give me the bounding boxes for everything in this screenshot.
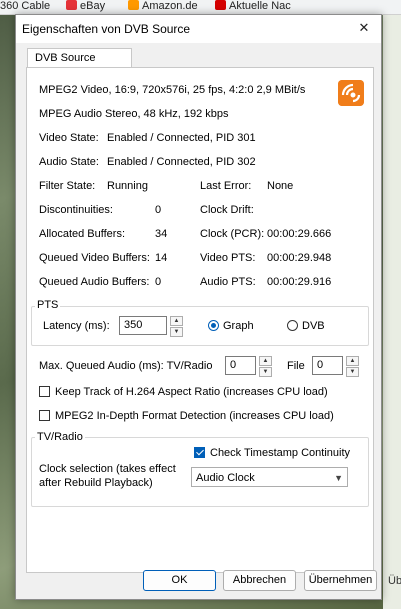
video-state-value: Enabled / Connected, PID 301 <box>107 132 256 144</box>
audio-state-label: Audio State: <box>39 156 99 168</box>
video-pts-value: 00:00:29.948 <box>267 252 332 264</box>
chevron-down-icon: ▼ <box>334 473 343 483</box>
filter-state-value: Running <box>107 180 148 192</box>
last-error-value: None <box>267 180 294 192</box>
properties-dialog: Eigenschaften von DVB Source ✕ DVB Sourc… <box>15 14 382 600</box>
max-queued-audio-label: Max. Queued Audio (ms): TV/Radio <box>39 360 213 372</box>
clock-selection-label-line2: after Rebuild Playback) <box>39 477 153 489</box>
mpeg2-detection-label: MPEG2 In-Depth Format Detection (increas… <box>55 410 334 422</box>
graph-radio-label: Graph <box>223 320 254 332</box>
apply-button[interactable]: Übernehmen <box>304 570 377 591</box>
discontinuities-label: Discontinuities: <box>39 204 113 216</box>
file-label: File <box>287 360 305 372</box>
cancel-button[interactable]: Abbrechen <box>223 570 296 591</box>
amazon-icon <box>128 0 139 10</box>
tab-panel: MPEG2 Video, 16:9, 720x576i, 25 fps, 4:2… <box>26 67 374 573</box>
audio-format-text: MPEG Audio Stereo, 48 kHz, 192 kbps <box>39 108 229 120</box>
clock-selection-dropdown[interactable]: Audio Clock ▼ <box>191 467 348 487</box>
ok-button[interactable]: OK <box>143 570 216 591</box>
file-input[interactable]: 0 <box>312 356 343 375</box>
dialog-titlebar[interactable]: Eigenschaften von DVB Source ✕ <box>16 15 381 43</box>
bookmark-ebay[interactable]: eBay <box>66 0 105 14</box>
dvb-radio-label: DVB <box>302 320 325 332</box>
audio-state-value: Enabled / Connected, PID 302 <box>107 156 256 168</box>
dvb-radio[interactable] <box>287 320 298 331</box>
file-spinner[interactable]: 0 ▲ ▼ <box>312 356 359 377</box>
dvb-source-logo-icon <box>338 80 364 106</box>
ebay-icon <box>66 0 77 10</box>
tab-dvb-source[interactable]: DVB Source 3.9.10.0 <box>27 48 132 83</box>
tv-radio-input[interactable]: 0 <box>225 356 256 375</box>
filter-state-label: Filter State: <box>39 180 96 192</box>
latency-input[interactable]: 350 <box>119 316 167 335</box>
audio-pts-label: Audio PTS: <box>200 276 256 288</box>
h264-aspect-checkbox[interactable] <box>39 386 50 397</box>
clock-selection-value: Audio Clock <box>196 472 255 484</box>
clock-selection-label-line1: Clock selection (takes effect <box>39 463 176 475</box>
audio-pts-value: 00:00:29.916 <box>267 276 332 288</box>
queued-audio-label: Queued Audio Buffers: <box>39 276 150 288</box>
queued-video-label: Queued Video Buffers: <box>39 252 150 264</box>
tv-radio-group-label: TV/Radio <box>35 431 85 443</box>
allocated-buffers-label: Allocated Buffers: <box>39 228 126 240</box>
tv-radio-spinner[interactable]: 0 ▲ ▼ <box>225 356 272 377</box>
tv-radio-up-arrow-icon[interactable]: ▲ <box>259 356 272 366</box>
clock-pcr-value: 00:00:29.666 <box>267 228 332 240</box>
h264-aspect-label: Keep Track of H.264 Aspect Ratio (increa… <box>55 386 328 398</box>
clock-drift-label: Clock Drift: <box>200 204 254 216</box>
last-error-label: Last Error: <box>200 180 252 192</box>
video-format-text: MPEG2 Video, 16:9, 720x576i, 25 fps, 4:2… <box>39 84 306 96</box>
pts-group-label: PTS <box>35 299 61 311</box>
file-up-arrow-icon[interactable]: ▲ <box>346 356 359 366</box>
file-down-arrow-icon[interactable]: ▼ <box>346 367 359 377</box>
dialog-title: Eigenschaften von DVB Source <box>22 22 191 36</box>
bild-icon <box>215 0 226 10</box>
background-page-label: Übe <box>388 575 401 587</box>
bookmark-amazon[interactable]: Amazon.de <box>128 0 198 14</box>
graph-radio[interactable] <box>208 320 219 331</box>
bookmark-aktuelle[interactable]: Aktuelle Nac <box>215 0 291 14</box>
timestamp-continuity-checkbox[interactable] <box>194 447 205 458</box>
latency-down-arrow-icon[interactable]: ▼ <box>170 327 183 337</box>
timestamp-continuity-label: Check Timestamp Continuity <box>210 447 350 459</box>
queued-audio-value: 0 <box>155 276 162 288</box>
bookmark-360-cable[interactable]: 360 Cable <box>0 0 50 14</box>
video-state-label: Video State: <box>39 132 99 144</box>
discontinuities-value: 0 <box>155 204 162 216</box>
latency-label: Latency (ms): <box>43 320 110 332</box>
mpeg2-detection-checkbox[interactable] <box>39 410 50 421</box>
allocated-buffers-value: 34 <box>155 228 168 240</box>
browser-bookmarks-bar: 360 Cable eBay Amazon.de Aktuelle Nac <box>0 0 401 15</box>
queued-video-value: 14 <box>155 252 168 264</box>
latency-up-arrow-icon[interactable]: ▲ <box>170 316 183 326</box>
clock-pcr-label: Clock (PCR): <box>200 228 265 240</box>
latency-spinner[interactable]: 350 ▲ ▼ <box>119 316 183 337</box>
tv-radio-down-arrow-icon[interactable]: ▼ <box>259 367 272 377</box>
close-icon[interactable]: ✕ <box>353 18 375 38</box>
background-page-edge <box>383 15 401 609</box>
video-pts-label: Video PTS: <box>200 252 256 264</box>
